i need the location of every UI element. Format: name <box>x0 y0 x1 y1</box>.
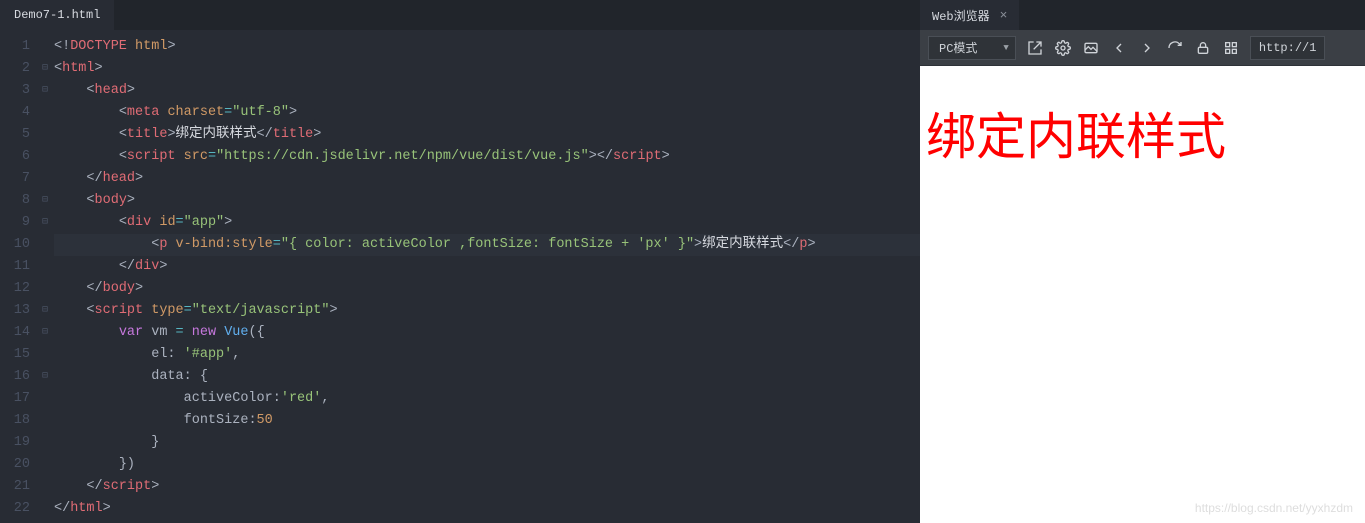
browser-tab-bar: Web浏览器 × <box>920 0 1365 30</box>
fold-toggle-icon[interactable]: ⊟ <box>38 366 52 388</box>
line-number: 8 <box>0 190 30 212</box>
code-area[interactable]: 12345678910111213141516171819202122 ⊟⊟⊟⊟… <box>0 30 920 523</box>
fold-spacer <box>38 168 52 190</box>
line-number: 20 <box>0 454 30 476</box>
browser-toolbar: PC模式 ▼ http://1 <box>920 30 1365 66</box>
fold-spacer <box>38 146 52 168</box>
browser-tab-label: Web浏览器 <box>932 7 990 24</box>
code-line[interactable]: </html> <box>54 498 920 520</box>
fold-spacer <box>38 278 52 300</box>
code-line[interactable]: } <box>54 432 920 454</box>
code-line[interactable]: <div id="app"> <box>54 212 920 234</box>
fold-spacer <box>38 124 52 146</box>
fold-spacer <box>38 256 52 278</box>
lock-icon[interactable] <box>1194 39 1212 57</box>
fold-gutter: ⊟⊟⊟⊟⊟⊟⊟ <box>38 36 52 523</box>
editor-pane: Demo7-1.html 123456789101112131415161718… <box>0 0 920 523</box>
line-number: 5 <box>0 124 30 146</box>
code-line[interactable]: }) <box>54 454 920 476</box>
code-line[interactable]: el: '#app', <box>54 344 920 366</box>
code-line[interactable]: <script src="https://cdn.jsdelivr.net/np… <box>54 146 920 168</box>
line-number: 4 <box>0 102 30 124</box>
line-number-gutter: 12345678910111213141516171819202122 <box>0 36 38 523</box>
fold-spacer <box>38 388 52 410</box>
line-number: 12 <box>0 278 30 300</box>
close-icon[interactable]: × <box>1000 8 1008 23</box>
line-number: 15 <box>0 344 30 366</box>
grid-icon[interactable] <box>1222 39 1240 57</box>
fold-spacer <box>38 102 52 124</box>
mode-selector[interactable]: PC模式 ▼ <box>928 36 1016 60</box>
url-field[interactable]: http://1 <box>1250 36 1326 60</box>
line-number: 11 <box>0 256 30 278</box>
fold-spacer <box>38 454 52 476</box>
fold-toggle-icon[interactable]: ⊟ <box>38 212 52 234</box>
fold-spacer <box>38 432 52 454</box>
line-number: 1 <box>0 36 30 58</box>
browser-tab[interactable]: Web浏览器 × <box>920 0 1019 30</box>
line-number: 19 <box>0 432 30 454</box>
fold-spacer <box>38 36 52 58</box>
rendered-output-text: 绑定内联样式 <box>926 110 1365 165</box>
line-number: 10 <box>0 234 30 256</box>
fold-spacer <box>38 234 52 256</box>
code-line[interactable]: data: { <box>54 366 920 388</box>
fold-toggle-icon[interactable]: ⊟ <box>38 80 52 102</box>
code-line[interactable]: <body> <box>54 190 920 212</box>
line-number: 17 <box>0 388 30 410</box>
code-line[interactable]: <html> <box>54 58 920 80</box>
mode-label: PC模式 <box>939 39 977 56</box>
code-line[interactable]: fontSize:50 <box>54 410 920 432</box>
open-external-icon[interactable] <box>1026 39 1044 57</box>
editor-tab[interactable]: Demo7-1.html <box>0 0 114 30</box>
editor-tab-bar: Demo7-1.html <box>0 0 920 30</box>
line-number: 18 <box>0 410 30 432</box>
line-number: 13 <box>0 300 30 322</box>
line-number: 6 <box>0 146 30 168</box>
browser-viewport: 绑定内联样式 https://blog.csdn.net/yyxhzdm <box>920 66 1365 523</box>
fold-spacer <box>38 476 52 498</box>
code-line[interactable]: activeColor:'red', <box>54 388 920 410</box>
code-line[interactable]: <!DOCTYPE html> <box>54 36 920 58</box>
code-line[interactable]: <head> <box>54 80 920 102</box>
code-line[interactable]: <title>绑定内联样式</title> <box>54 124 920 146</box>
line-number: 2 <box>0 58 30 80</box>
fold-spacer <box>38 344 52 366</box>
code-line[interactable]: </script> <box>54 476 920 498</box>
forward-arrow-icon[interactable] <box>1138 39 1156 57</box>
code-line[interactable]: </head> <box>54 168 920 190</box>
line-number: 14 <box>0 322 30 344</box>
back-arrow-icon[interactable] <box>1110 39 1128 57</box>
code-line[interactable]: </body> <box>54 278 920 300</box>
fold-toggle-icon[interactable]: ⊟ <box>38 190 52 212</box>
browser-pane: Web浏览器 × PC模式 ▼ http: <box>920 0 1365 523</box>
line-number: 21 <box>0 476 30 498</box>
code-line[interactable]: <p v-bind:style="{ color: activeColor ,f… <box>54 234 920 256</box>
fold-toggle-icon[interactable]: ⊟ <box>38 300 52 322</box>
line-number: 16 <box>0 366 30 388</box>
line-number: 9 <box>0 212 30 234</box>
code-line[interactable]: var vm = new Vue({ <box>54 322 920 344</box>
watermark-text: https://blog.csdn.net/yyxhzdm <box>1195 501 1353 515</box>
line-number: 7 <box>0 168 30 190</box>
chevron-down-icon: ▼ <box>1003 43 1008 53</box>
screenshot-icon[interactable] <box>1082 39 1100 57</box>
line-number: 3 <box>0 80 30 102</box>
code-line[interactable]: </div> <box>54 256 920 278</box>
line-number: 22 <box>0 498 30 520</box>
fold-toggle-icon[interactable]: ⊟ <box>38 322 52 344</box>
code-line[interactable]: <script type="text/javascript"> <box>54 300 920 322</box>
fold-spacer <box>38 498 52 520</box>
fold-spacer <box>38 410 52 432</box>
code-content[interactable]: <!DOCTYPE html><html> <head> <meta chars… <box>52 36 920 523</box>
code-line[interactable]: <meta charset="utf-8"> <box>54 102 920 124</box>
fold-toggle-icon[interactable]: ⊟ <box>38 58 52 80</box>
reload-icon[interactable] <box>1166 39 1184 57</box>
settings-gear-icon[interactable] <box>1054 39 1072 57</box>
